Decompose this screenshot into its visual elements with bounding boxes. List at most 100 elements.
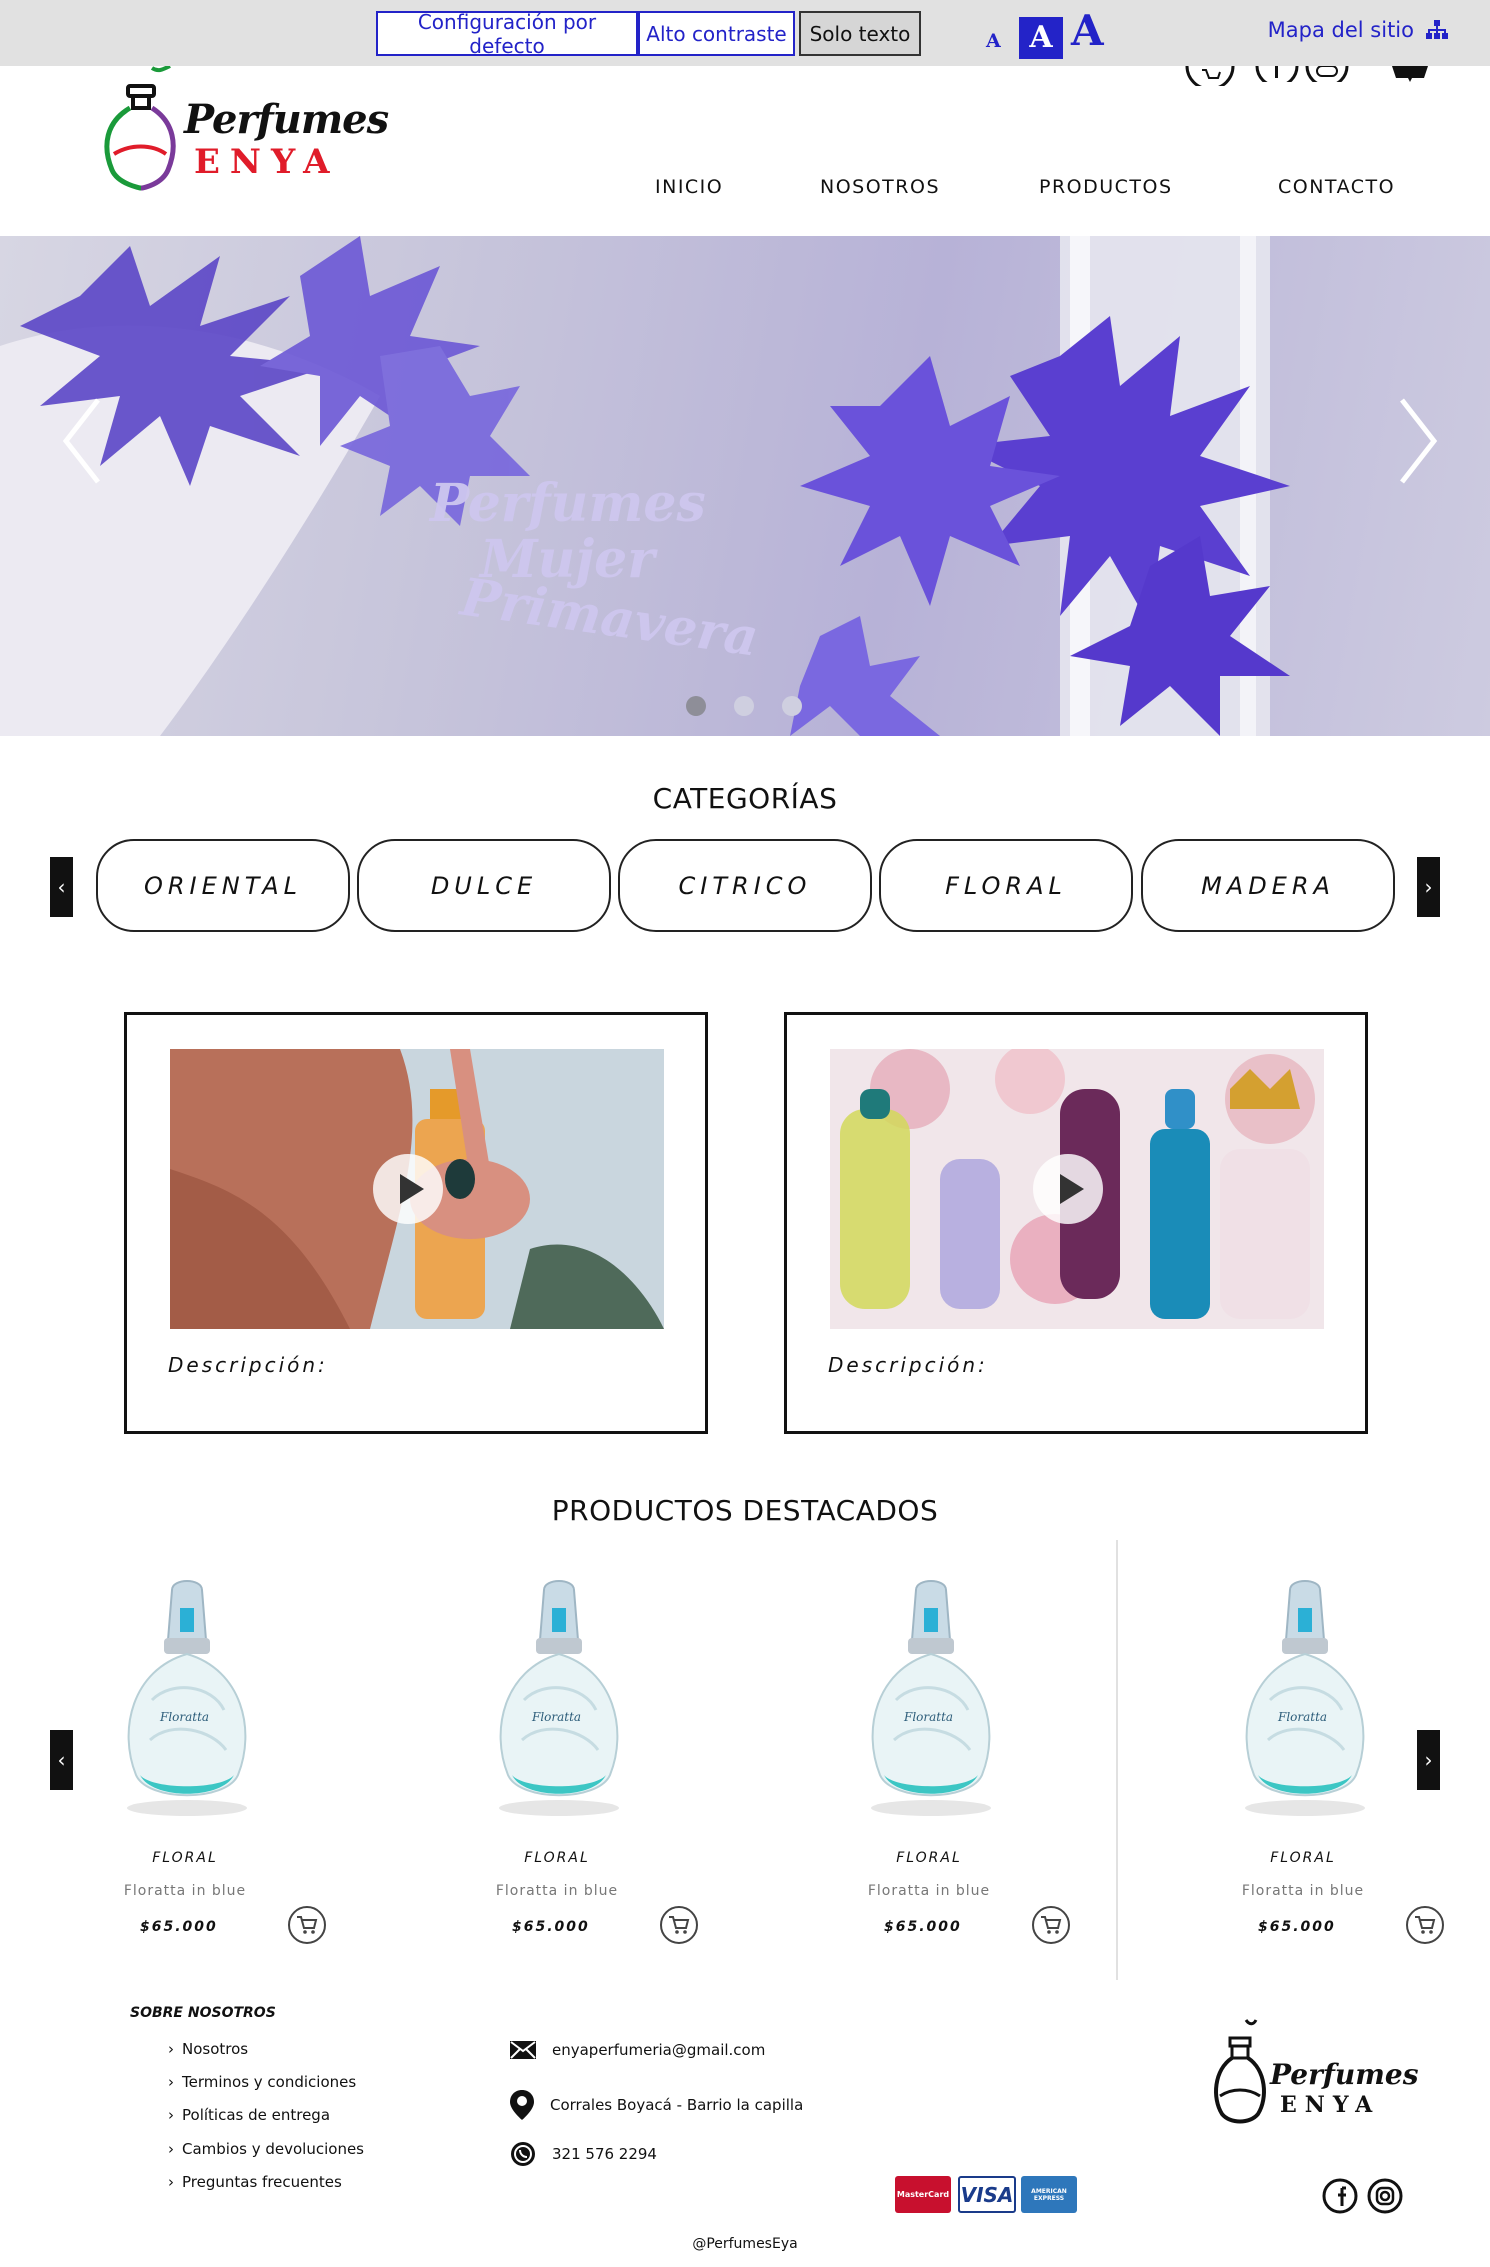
text-only-button[interactable]: Solo texto [799, 11, 921, 56]
product-category: FLORAL [896, 1850, 962, 1866]
category-madera[interactable]: MADERA [1141, 839, 1395, 932]
add-to-cart-button[interactable] [660, 1906, 698, 1944]
mastercard-label: MasterCard [896, 2190, 950, 2199]
footer-link-label: Cambios y devoluciones [182, 2140, 364, 2158]
perfume-bottle-logo-icon [104, 66, 176, 191]
hero-text-line: Perfumes [430, 473, 706, 534]
chevron-right-icon: › [168, 2106, 174, 2124]
cart-icon [1415, 1916, 1436, 1934]
category-oriental[interactable]: ORIENTAL [96, 839, 350, 932]
header-facebook-icon[interactable] [1255, 66, 1299, 82]
header-instagram-icon[interactable] [1305, 66, 1349, 82]
category-citrico[interactable]: CITRICO [618, 839, 872, 932]
footer-address: Corrales Boyacá - Barrio la capilla [510, 2090, 803, 2120]
footer-link-label: Terminos y condiciones [182, 2073, 357, 2091]
hero-slide-text: Perfumes Mujer Primavera [430, 473, 762, 669]
cart-icon [297, 1916, 318, 1934]
bottle-label: Floratta [160, 1710, 210, 1724]
footer-link-politicas[interactable]: › Políticas de entrega [168, 2106, 330, 2124]
logo-script-text: Perfumes [184, 96, 389, 143]
chevron-right-icon: › [168, 2073, 174, 2091]
nav-contacto[interactable]: CONTACTO [1278, 176, 1395, 198]
nav-productos[interactable]: PRODUCTOS [1039, 176, 1173, 198]
product-name[interactable]: Floratta in blue [60, 1883, 310, 1899]
product-name[interactable]: Floratta in blue [1178, 1883, 1428, 1899]
video-description: Descripción: [168, 1353, 328, 1377]
footer-instagram-icon[interactable] [1367, 2178, 1403, 2214]
categories-title: CATEGORÍAS [652, 782, 838, 815]
footer-link-label: Nosotros [182, 2040, 249, 2058]
footer-about-title: SOBRE NOSOTROS [130, 2005, 276, 2021]
font-size-small-button[interactable]: A [986, 30, 1001, 52]
perfume-bottle-image [871, 1580, 991, 1816]
nav-inicio[interactable]: INICIO [655, 176, 723, 198]
categories-next-button[interactable]: › [1417, 857, 1440, 917]
font-size-large-button[interactable]: A [1071, 6, 1104, 55]
footer-address-text: Corrales Boyacá - Barrio la capilla [550, 2096, 804, 2114]
play-icon[interactable] [1033, 1154, 1103, 1224]
sitemap-link[interactable]: Mapa del sitio [1268, 18, 1448, 42]
add-to-cart-button[interactable] [1406, 1906, 1444, 1944]
accessibility-bar: Configuración por defecto Alto contraste… [0, 0, 1490, 66]
header-cart-icon[interactable] [1185, 66, 1235, 86]
hero-next-arrow-icon[interactable] [1396, 396, 1440, 486]
product-price: $65.000 [1258, 1919, 1336, 1935]
category-dulce[interactable]: DULCE [357, 839, 611, 932]
footer-link-label: Preguntas frecuentes [182, 2173, 342, 2191]
video-thumbnail[interactable] [170, 1049, 664, 1329]
video-description: Descripción: [828, 1353, 988, 1377]
footer-facebook-icon[interactable] [1322, 2178, 1358, 2214]
amex-label: AMERICAN EXPRESS [1031, 2187, 1067, 2202]
product-card[interactable]: Floratta FLORAL Floratta in blue $65.000 [804, 1575, 1070, 1975]
header-user-icon[interactable] [1392, 66, 1428, 82]
footer-link-label: Políticas de entrega [182, 2106, 331, 2124]
video-card: Descripción: [784, 1012, 1368, 1434]
add-to-cart-button[interactable] [1032, 1906, 1070, 1944]
product-card[interactable]: Floratta FLORAL Floratta in blue $65.000 [60, 1575, 326, 1975]
product-name[interactable]: Floratta in blue [804, 1883, 1054, 1899]
mastercard-badge: MasterCard [895, 2176, 951, 2213]
add-to-cart-button[interactable] [288, 1906, 326, 1944]
footer-phone[interactable]: 321 576 2294 [510, 2141, 657, 2167]
footer-logo-script: Perfumes [1270, 2058, 1419, 2091]
video-card: Descripción: [124, 1012, 708, 1434]
perfume-bottle-logo-icon [1214, 2019, 1266, 2124]
product-name[interactable]: Floratta in blue [432, 1883, 682, 1899]
bottle-label: Floratta [1278, 1710, 1328, 1724]
hero-dot-1[interactable] [686, 696, 706, 716]
chevron-right-icon: › [168, 2040, 174, 2058]
product-price: $65.000 [140, 1919, 218, 1935]
product-card[interactable]: Floratta FLORAL Floratta in blue $65.000 [432, 1575, 698, 1975]
amex-badge: AMERICAN EXPRESS [1021, 2176, 1077, 2213]
high-contrast-button[interactable]: Alto contraste [638, 11, 795, 56]
footer-link-nosotros[interactable]: › Nosotros [168, 2040, 248, 2058]
play-icon[interactable] [373, 1154, 443, 1224]
product-category: FLORAL [524, 1850, 590, 1866]
chevron-right-icon: › [168, 2173, 174, 2191]
hero-dot-3[interactable] [782, 696, 802, 716]
cart-icon [669, 1916, 690, 1934]
footer-link-cambios[interactable]: › Cambios y devoluciones [168, 2140, 364, 2158]
visa-label: VISA [960, 2182, 1014, 2207]
product-price: $65.000 [884, 1919, 962, 1935]
location-pin-icon [510, 2090, 534, 2120]
product-card[interactable]: Floratta FLORAL Floratta in blue $65.000 [1178, 1575, 1444, 1975]
sitemap-icon [1426, 20, 1448, 39]
video-thumbnail[interactable] [830, 1049, 1324, 1329]
hero-slider: Perfumes Mujer Primavera [0, 236, 1490, 736]
footer-link-terminos[interactable]: › Terminos y condiciones [168, 2073, 356, 2091]
brand-logo[interactable]: Perfumes ENYA [100, 66, 400, 196]
categories-prev-button[interactable]: ‹ [50, 857, 73, 917]
footer-email[interactable]: enyaperfumeria@gmail.com [510, 2040, 765, 2060]
featured-title: PRODUCTOS DESTACADOS [551, 1494, 939, 1527]
default-config-button[interactable]: Configuración por defecto [376, 10, 638, 58]
nav-nosotros[interactable]: NOSOTROS [820, 176, 940, 198]
font-size-medium-button[interactable]: A [1019, 17, 1063, 59]
hero-dot-2[interactable] [734, 696, 754, 716]
hero-prev-arrow-icon[interactable] [60, 396, 104, 486]
products-divider [1116, 1540, 1118, 1980]
bottle-label: Floratta [532, 1710, 582, 1724]
category-floral[interactable]: FLORAL [879, 839, 1133, 932]
footer-link-preguntas[interactable]: › Preguntas frecuentes [168, 2173, 342, 2191]
perfume-bottle-image [127, 1580, 247, 1816]
